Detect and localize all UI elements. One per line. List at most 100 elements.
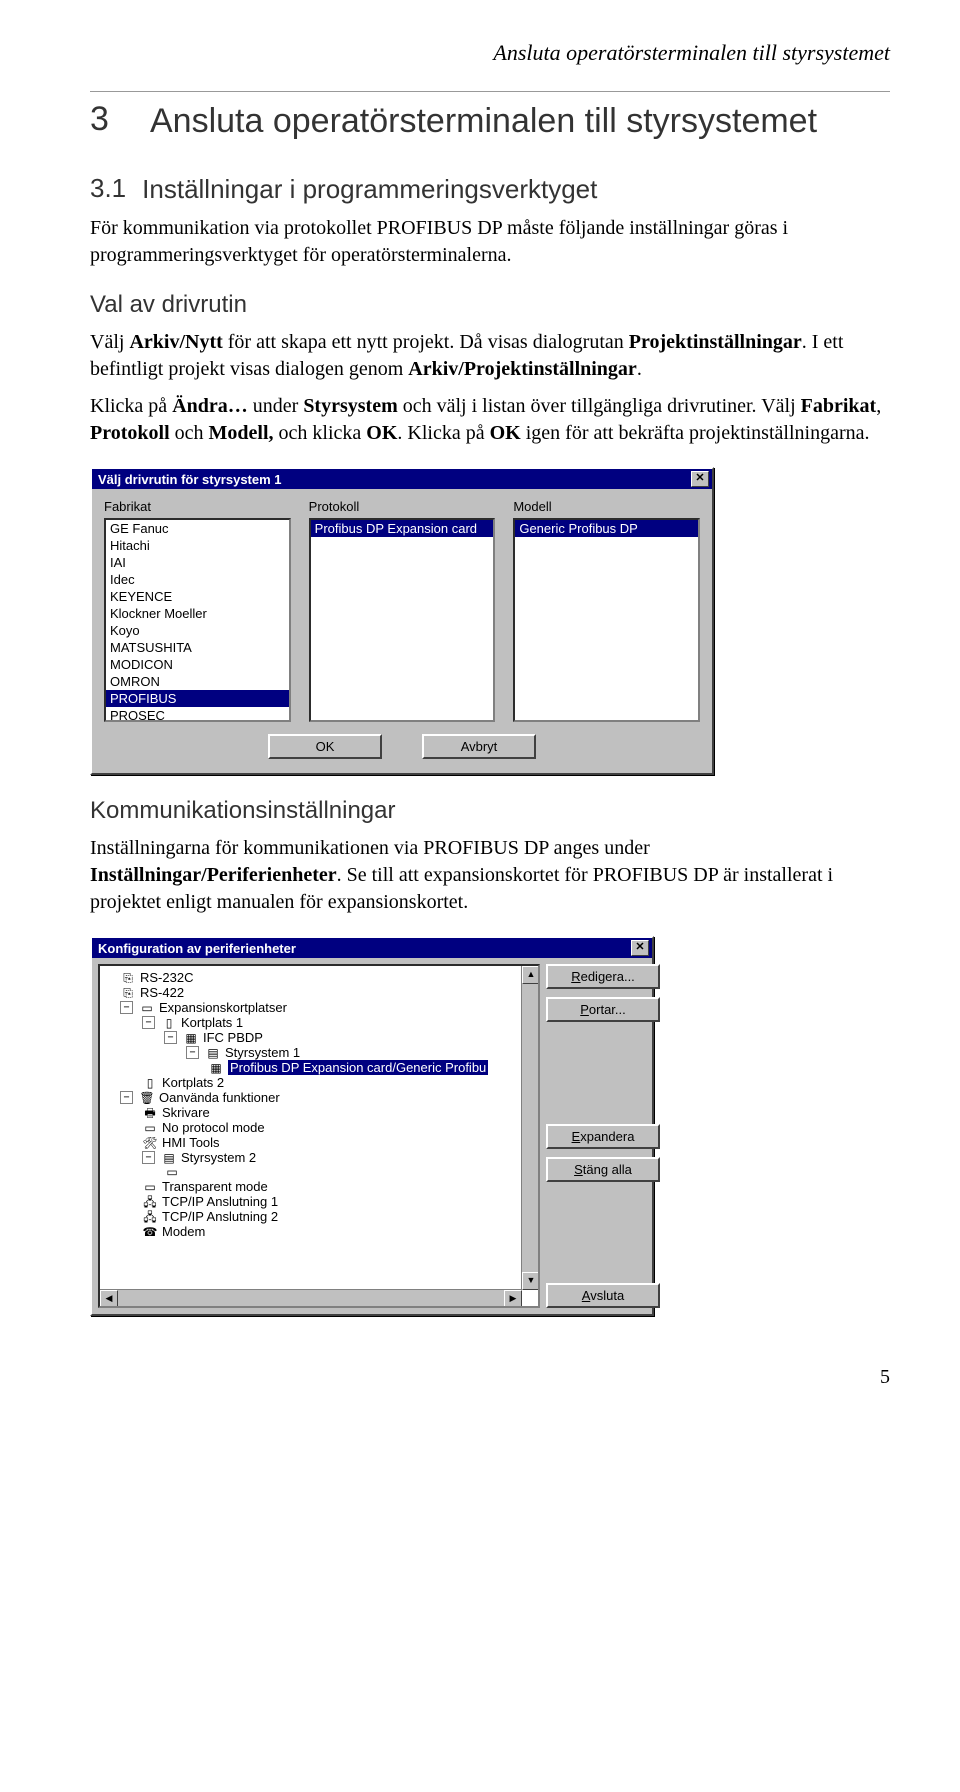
- expand-button[interactable]: Expandera: [546, 1124, 660, 1149]
- chapter-title: Ansluta operatörsterminalen till styrsys…: [150, 100, 817, 143]
- scroll-up-icon[interactable]: ▲: [522, 966, 540, 984]
- paragraph-driver-2: Klicka på Ändra… under Styrsystem och vä…: [90, 393, 890, 447]
- list-item[interactable]: MODICON: [106, 656, 289, 673]
- port-icon: ⎘: [120, 986, 136, 1000]
- running-header: Ansluta operatörsterminalen till styrsys…: [90, 40, 890, 66]
- collapse-icon[interactable]: −: [120, 1091, 133, 1104]
- slots-icon: ▭: [139, 1001, 155, 1015]
- mode-icon: ▭: [142, 1180, 158, 1194]
- trash-icon: 🗑: [139, 1091, 155, 1105]
- label-modell: Modell: [513, 499, 700, 514]
- exit-button[interactable]: Avsluta: [546, 1283, 660, 1308]
- paragraph-comm: Inställningarna för kommunikationen via …: [90, 835, 890, 916]
- tree-node-slot1[interactable]: −▯Kortplats 1: [102, 1015, 536, 1030]
- collapse-icon[interactable]: −: [164, 1031, 177, 1044]
- closeall-button[interactable]: Stäng alla: [546, 1157, 660, 1182]
- subheading-comm: Kommunikationsinställningar: [90, 797, 890, 825]
- tree-node-blank[interactable]: ▭: [102, 1165, 536, 1179]
- ok-button[interactable]: OK: [268, 734, 382, 759]
- chapter-number: 3: [90, 100, 120, 139]
- label-fabrikat: Fabrikat: [104, 499, 291, 514]
- section-number: 3.1: [90, 173, 126, 204]
- dialog-peripheral-config: Konfiguration av periferienheter ✕ ⎘RS-2…: [90, 936, 654, 1316]
- collapse-icon[interactable]: −: [142, 1151, 155, 1164]
- list-item[interactable]: Idec: [106, 571, 289, 588]
- tools-icon: 🛠: [142, 1136, 158, 1150]
- close-icon[interactable]: ✕: [631, 940, 649, 956]
- tree-node-printer[interactable]: 🖶Skrivare: [102, 1105, 536, 1120]
- paragraph-intro: För kommunikation via protokollet PROFIB…: [90, 215, 890, 269]
- card-icon: ▦: [183, 1031, 199, 1045]
- collapse-icon[interactable]: −: [186, 1046, 199, 1059]
- scroll-down-icon[interactable]: ▼: [522, 1272, 540, 1290]
- tree-node-rs422[interactable]: ⎘RS-422: [102, 985, 536, 1000]
- tree-node-hmi[interactable]: 🛠HMI Tools: [102, 1135, 536, 1150]
- subheading-driver: Val av drivrutin: [90, 291, 890, 319]
- page-number: 5: [90, 1366, 890, 1389]
- tree-node-transp[interactable]: ▭Transparent mode: [102, 1179, 536, 1194]
- list-item[interactable]: PROSEC: [106, 707, 289, 722]
- network-icon: 🖧: [142, 1195, 158, 1209]
- section-title: Inställningar i programmerings­verktyget: [142, 173, 597, 206]
- plc-icon: ▤: [161, 1151, 177, 1165]
- slot-icon: ▯: [142, 1076, 158, 1090]
- tree-node-unused[interactable]: −🗑Oanvända funktioner: [102, 1090, 536, 1105]
- collapse-icon[interactable]: −: [142, 1016, 155, 1029]
- port-icon: ⎘: [120, 971, 136, 985]
- list-item[interactable]: Koyo: [106, 622, 289, 639]
- tree-node-sys1[interactable]: −▤Styrsystem 1: [102, 1045, 536, 1060]
- close-icon[interactable]: ✕: [691, 471, 709, 487]
- modem-icon: ☎: [142, 1225, 158, 1239]
- list-item[interactable]: GE Fanuc: [106, 520, 289, 537]
- dialog2-title: Konfiguration av periferienheter: [98, 941, 296, 956]
- driver-icon: ▦: [208, 1061, 224, 1075]
- listbox-fabrikat[interactable]: GE FanucHitachiIAIIdecKEYENCEKlockner Mo…: [104, 518, 291, 722]
- tree-node-ifc[interactable]: −▦IFC PBDP: [102, 1030, 536, 1045]
- list-item[interactable]: PROFIBUS: [106, 690, 289, 707]
- list-item[interactable]: IAI: [106, 554, 289, 571]
- edit-label: edigera...: [581, 969, 635, 984]
- expand-label: xpandera: [580, 1129, 634, 1144]
- scroll-right-icon[interactable]: ▶: [504, 1290, 522, 1308]
- listbox-modell[interactable]: Generic Profibus DP: [513, 518, 700, 722]
- scrollbar-horizontal[interactable]: ◀ ▶: [100, 1289, 522, 1306]
- scroll-left-icon[interactable]: ◀: [100, 1290, 118, 1308]
- list-item[interactable]: KEYENCE: [106, 588, 289, 605]
- label-protokoll: Protokoll: [309, 499, 496, 514]
- list-item[interactable]: Profibus DP Expansion card: [311, 520, 494, 537]
- exit-label: vsluta: [590, 1288, 624, 1303]
- tree-node-noproto[interactable]: ▭No protocol mode: [102, 1120, 536, 1135]
- slot-icon: ▯: [161, 1016, 177, 1030]
- listbox-protokoll[interactable]: Profibus DP Expansion card: [309, 518, 496, 722]
- list-item[interactable]: OMRON: [106, 673, 289, 690]
- dialog2-titlebar[interactable]: Konfiguration av periferienheter ✕: [92, 938, 652, 958]
- tree-node-slot2[interactable]: ▯Kortplats 2: [102, 1075, 536, 1090]
- tree-node-modem[interactable]: ☎Modem: [102, 1224, 536, 1239]
- collapse-icon[interactable]: −: [120, 1001, 133, 1014]
- tree-node-tcp1[interactable]: 🖧TCP/IP Anslutning 1: [102, 1194, 536, 1209]
- blank-icon: ▭: [164, 1165, 180, 1179]
- peripheral-tree[interactable]: ⎘RS-232C ⎘RS-422 −▭Expansionskortplatser…: [98, 964, 540, 1308]
- ports-label: ortar...: [589, 1002, 626, 1017]
- tree-node-sys2[interactable]: −▤Styrsystem 2: [102, 1150, 536, 1165]
- scrollbar-vertical[interactable]: ▲ ▼: [521, 966, 538, 1290]
- plc-icon: ▤: [205, 1046, 221, 1060]
- cancel-button[interactable]: Avbryt: [422, 734, 536, 759]
- dialog1-title: Välj drivrutin för styrsystem 1: [98, 472, 282, 487]
- generic-icon: ▭: [142, 1121, 158, 1135]
- closeall-label: täng alla: [583, 1162, 632, 1177]
- edit-button[interactable]: Redigera...: [546, 964, 660, 989]
- list-item[interactable]: Klockner Moeller: [106, 605, 289, 622]
- list-item[interactable]: Generic Profibus DP: [515, 520, 698, 537]
- tree-node-expslots[interactable]: −▭Expansionskortplatser: [102, 1000, 536, 1015]
- tree-node-rs232[interactable]: ⎘RS-232C: [102, 970, 536, 985]
- list-item[interactable]: MATSUSHITA: [106, 639, 289, 656]
- header-rule: [90, 91, 890, 92]
- ports-button[interactable]: Portar...: [546, 997, 660, 1022]
- tree-node-selected-driver[interactable]: ▦Profibus DP Expansion card/Generic Prof…: [102, 1060, 536, 1075]
- tree-node-tcp2[interactable]: 🖧TCP/IP Anslutning 2: [102, 1209, 536, 1224]
- printer-icon: 🖶: [142, 1106, 158, 1120]
- list-item[interactable]: Hitachi: [106, 537, 289, 554]
- dialog1-titlebar[interactable]: Välj drivrutin för styrsystem 1 ✕: [92, 469, 712, 489]
- dialog-driver-select: Välj drivrutin för styrsystem 1 ✕ Fabrik…: [90, 467, 714, 775]
